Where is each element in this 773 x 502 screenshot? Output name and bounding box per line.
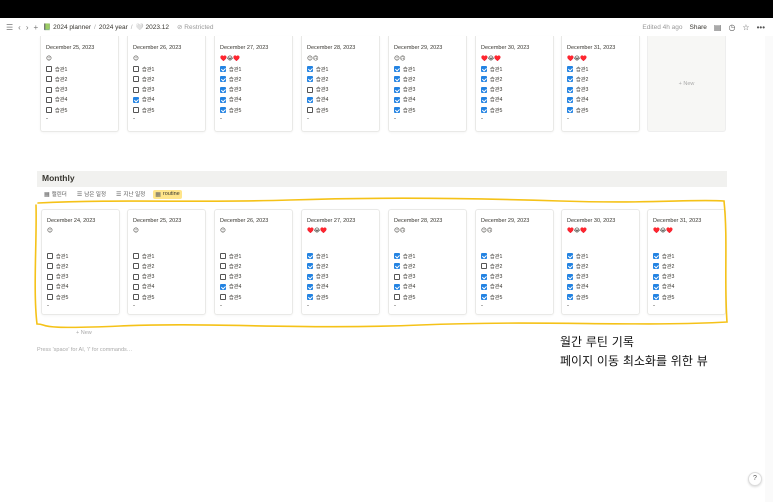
annotation-note-line-1: 월간 루틴 기록 — [560, 335, 634, 349]
new-row-button[interactable]: + New — [76, 330, 92, 336]
highlight-annotation — [34, 197, 728, 329]
annotation-note-line-2: 페이지 이동 최소화를 위한 뷰 — [560, 354, 708, 368]
help-button[interactable]: ? — [748, 472, 762, 486]
command-hint: Press 'space' for AI, '/' for commands… — [37, 347, 133, 353]
scrollbar[interactable] — [765, 36, 773, 502]
